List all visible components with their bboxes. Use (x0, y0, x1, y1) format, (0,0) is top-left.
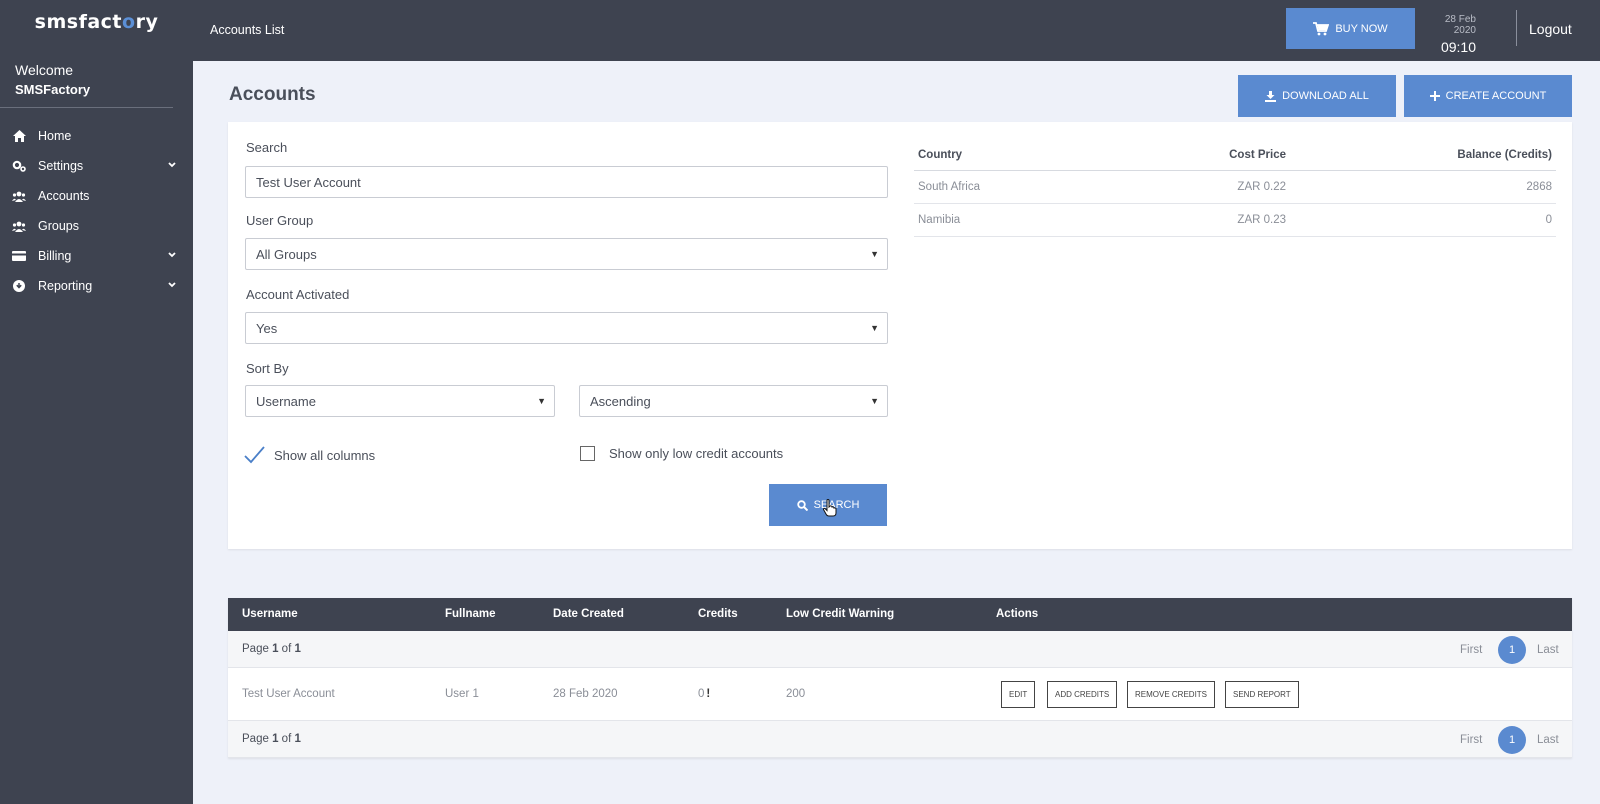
welcome-user: SMSFactory (15, 82, 91, 97)
users-icon (12, 220, 26, 232)
send-report-button[interactable]: SEND REPORT (1225, 681, 1299, 708)
dropdown-arrow-icon: ▼ (870, 396, 879, 406)
plus-icon (1429, 91, 1440, 101)
breadcrumb: Accounts List (210, 23, 285, 37)
current-date: 28 Feb 2020 (1444, 14, 1476, 36)
first-page-link[interactable]: First (1460, 734, 1482, 746)
sidebar-item-label: Billing (38, 249, 72, 263)
cell-username: Test User Account (242, 688, 335, 700)
sidebar-item-label: Settings (38, 159, 84, 173)
page-indicator: Page 1 of 1 (242, 733, 301, 745)
user-group-select[interactable]: All Groups ▼ (245, 238, 888, 270)
download-all-button[interactable]: DOWNLOAD ALL (1238, 75, 1396, 117)
sidebar-item-groups[interactable]: Groups (0, 211, 193, 241)
pricing-table: Country Cost Price Balance (Credits) Sou… (914, 140, 1556, 237)
cell-fullname: User 1 (445, 688, 479, 700)
pricing-row: South Africa ZAR 0.22 2868 (914, 171, 1556, 204)
hand-cursor-icon (823, 499, 837, 517)
sidebar-nav: Home Settings Accounts Groups Billing Re… (0, 121, 193, 301)
page-indicator: Page 1 of 1 (242, 643, 301, 655)
dropdown-arrow-icon: ▼ (537, 396, 546, 406)
column-header[interactable]: Username (242, 608, 298, 620)
search-input[interactable] (256, 174, 887, 190)
chevron-down-icon (168, 282, 176, 288)
last-page-link[interactable]: Last (1537, 644, 1559, 656)
download-circle-icon (12, 280, 26, 292)
show-all-columns-checkbox[interactable]: Show all columns (244, 446, 375, 464)
sidebar-item-billing[interactable]: Billing (0, 241, 193, 271)
header-divider (1516, 10, 1517, 46)
sidebar-item-label: Accounts (38, 189, 90, 203)
sort-label: Sort By (246, 361, 289, 376)
page-number-button[interactable]: 1 (1498, 726, 1526, 754)
cell-low-credit-warning: 200 (786, 688, 806, 700)
page-title: Accounts (229, 84, 316, 105)
cell-date-created: 28 Feb 2020 (553, 688, 618, 700)
edit-button[interactable]: EDIT (1001, 681, 1036, 708)
column-header: Actions (996, 608, 1039, 620)
last-page-link[interactable]: Last (1537, 734, 1559, 746)
search-icon (796, 499, 808, 511)
search-field[interactable] (245, 166, 888, 198)
sidebar-item-label: Groups (38, 219, 79, 233)
activated-label: Account Activated (246, 287, 350, 302)
column-header[interactable]: Credits (698, 608, 738, 620)
cogs-icon (12, 160, 26, 172)
accounts-header-row: Username Fullname Date Created Credits L… (228, 598, 1572, 631)
welcome-block: Welcome SMSFactory (0, 44, 173, 108)
column-header[interactable]: Fullname (445, 608, 495, 620)
buy-now-button[interactable]: BUY NOW (1286, 8, 1415, 49)
sidebar: smsfact o ry Welcome SMSFactory Home Setti… (0, 0, 193, 804)
sidebar-item-reporting[interactable]: Reporting (0, 271, 193, 301)
pricing-header-row: Country Cost Price Balance (Credits) (914, 140, 1556, 171)
brand-logo[interactable]: smsfact o ry (0, 0, 193, 44)
pricing-row: Namibia ZAR 0.23 0 (914, 204, 1556, 237)
user-group-label: User Group (246, 213, 314, 228)
users-icon (12, 190, 26, 202)
dropdown-arrow-icon: ▼ (870, 323, 879, 333)
top-header: Accounts List BUY NOW 28 Feb 2020 09:10 … (193, 0, 1600, 61)
sidebar-item-home[interactable]: Home (0, 121, 193, 151)
sidebar-item-label: Reporting (38, 279, 93, 293)
remove-credits-button[interactable]: REMOVE CREDITS (1127, 681, 1216, 708)
cell-credits: 0! (698, 688, 711, 700)
card-icon (12, 250, 26, 262)
column-header[interactable]: Date Created (553, 608, 624, 620)
pagination-bottom: Page 1 of 1 First 1 Last (228, 721, 1572, 758)
low-credit-alert-icon: ! (706, 688, 711, 700)
pagination-top: Page 1 of 1 First 1 Last (228, 631, 1572, 668)
column-header[interactable]: Low Credit Warning (786, 608, 894, 620)
accounts-table: Username Fullname Date Created Credits L… (228, 598, 1572, 758)
download-icon (1265, 90, 1277, 102)
first-page-link[interactable]: First (1460, 644, 1482, 656)
search-label: Search (246, 140, 288, 155)
search-panel: Search User Group All Groups ▼ Account A… (228, 122, 1572, 549)
sort-order-select[interactable]: Ascending ▼ (579, 385, 888, 417)
current-time: 09:10 (1440, 39, 1476, 55)
cart-icon (1313, 21, 1330, 35)
dropdown-arrow-icon: ▼ (870, 249, 879, 259)
checkmark-icon (244, 446, 265, 464)
chevron-down-icon (168, 162, 176, 168)
create-account-button[interactable]: CREATE ACCOUNT (1404, 75, 1572, 117)
welcome-text: Welcome (15, 62, 74, 78)
add-credits-button[interactable]: ADD CREDITS (1047, 681, 1118, 708)
low-credit-checkbox[interactable]: Show only low credit accounts (580, 446, 783, 461)
chevron-down-icon (168, 252, 176, 258)
activated-select[interactable]: Yes ▼ (245, 312, 888, 344)
page-number-button[interactable]: 1 (1498, 636, 1526, 664)
sort-field-select[interactable]: Username ▼ (245, 385, 555, 417)
sidebar-item-accounts[interactable]: Accounts (0, 181, 193, 211)
sidebar-item-settings[interactable]: Settings (0, 151, 193, 181)
table-row: Test User Account User 1 28 Feb 2020 0! … (228, 668, 1572, 721)
home-icon (12, 130, 26, 142)
datetime: 28 Feb 2020 09:10 (1426, 14, 1476, 55)
checkbox-box[interactable] (580, 446, 595, 461)
logout-link[interactable]: Logout (1529, 21, 1572, 37)
sidebar-item-label: Home (38, 129, 72, 143)
